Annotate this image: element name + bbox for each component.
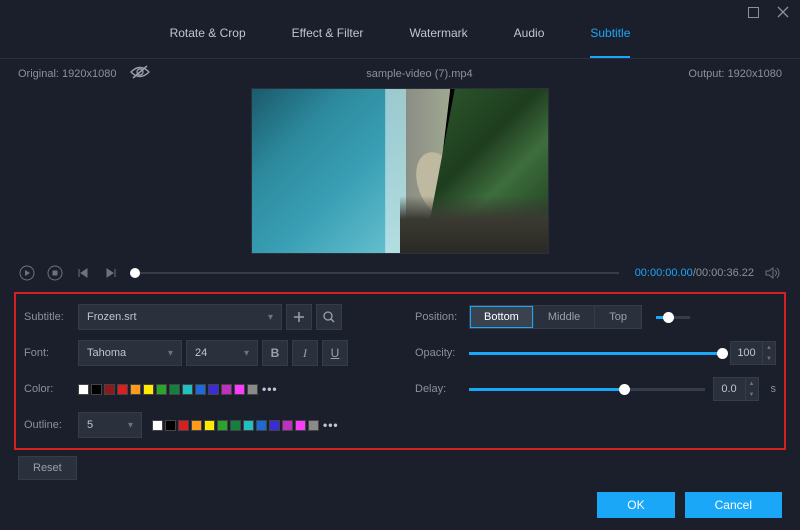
tab-bar: Rotate & Crop Effect & Filter Watermark … [0,26,800,59]
color-swatch[interactable] [221,384,232,395]
position-top[interactable]: Top [595,306,641,328]
color-swatch[interactable] [178,420,189,431]
font-label: Font: [24,347,78,359]
color-swatch[interactable] [308,420,319,431]
color-swatch[interactable] [104,384,115,395]
tab-watermark[interactable]: Watermark [409,26,467,48]
position-segmented: Bottom Middle Top [469,305,642,329]
outline-width-select[interactable]: 5 [78,412,142,438]
opacity-up[interactable]: ▲ [763,342,775,353]
color-swatch[interactable] [230,420,241,431]
prev-frame-button[interactable] [74,264,92,282]
timeline-slider[interactable] [130,272,619,274]
position-label: Position: [415,311,469,323]
more-colors-button[interactable]: ••• [262,382,278,396]
tab-audio[interactable]: Audio [514,26,545,48]
outline-swatches: ••• [152,418,339,432]
stop-button[interactable] [46,264,64,282]
titlebar [0,0,800,24]
color-swatch[interactable] [282,420,293,431]
next-frame-button[interactable] [102,264,120,282]
close-button[interactable] [776,5,790,19]
more-colors-button[interactable]: ••• [323,418,339,432]
search-subtitle-button[interactable] [316,304,342,330]
color-swatch[interactable] [204,420,215,431]
bold-button[interactable]: B [262,340,288,366]
position-middle[interactable]: Middle [534,306,595,328]
time-duration: 00:00:36.22 [696,267,754,279]
color-swatch[interactable] [208,384,219,395]
color-swatch[interactable] [247,384,258,395]
delay-down[interactable]: ▼ [746,389,758,400]
font-name-select[interactable]: Tahoma [78,340,182,366]
color-swatch[interactable] [156,384,167,395]
add-subtitle-button[interactable] [286,304,312,330]
opacity-spinbox[interactable]: 100▲▼ [730,341,776,365]
color-swatch[interactable] [78,384,89,395]
color-swatch[interactable] [117,384,128,395]
color-swatch[interactable] [243,420,254,431]
color-swatch[interactable] [234,384,245,395]
subtitle-settings-panel: Subtitle: Frozen.srt Font: Tahoma 24 B I… [14,292,786,450]
delay-slider[interactable] [469,388,705,391]
color-swatches: ••• [78,382,278,396]
playback-controls: 00:00:00.00/00:00:36.22 [0,258,800,288]
color-swatch[interactable] [217,420,228,431]
opacity-slider[interactable] [469,352,722,355]
video-preview [251,88,549,254]
subtitle-label: Subtitle: [24,311,78,323]
color-swatch[interactable] [295,420,306,431]
outline-label: Outline: [24,419,78,431]
cancel-button[interactable]: Cancel [685,492,782,518]
maximize-button[interactable] [746,5,760,19]
color-swatch[interactable] [191,420,202,431]
color-swatch[interactable] [130,384,141,395]
color-swatch[interactable] [182,384,193,395]
visibility-icon[interactable] [130,65,150,82]
tab-rotate-crop[interactable]: Rotate & Crop [170,26,246,48]
font-size-select[interactable]: 24 [186,340,258,366]
position-fine-slider[interactable] [656,316,690,319]
info-row: Original: 1920x1080 sample-video (7).mp4… [0,59,800,86]
ok-button[interactable]: OK [597,492,674,518]
color-swatch[interactable] [195,384,206,395]
subtitle-file-select[interactable]: Frozen.srt [78,304,282,330]
tab-effect-filter[interactable]: Effect & Filter [292,26,364,48]
color-swatch[interactable] [269,420,280,431]
opacity-label: Opacity: [415,347,469,359]
color-swatch[interactable] [143,384,154,395]
play-button[interactable] [18,264,36,282]
color-swatch[interactable] [152,420,163,431]
original-resolution-label: Original: 1920x1080 [18,68,116,80]
reset-button[interactable]: Reset [18,456,77,480]
underline-button[interactable]: U [322,340,348,366]
output-resolution-label: Output: 1920x1080 [688,68,782,80]
color-swatch[interactable] [169,384,180,395]
delay-unit: s [771,383,777,395]
volume-button[interactable] [764,264,782,282]
delay-up[interactable]: ▲ [746,378,758,389]
color-swatch[interactable] [165,420,176,431]
italic-button[interactable]: I [292,340,318,366]
color-swatch[interactable] [91,384,102,395]
time-display: 00:00:00.00/00:00:36.22 [635,267,754,279]
opacity-down[interactable]: ▼ [763,353,775,364]
color-swatch[interactable] [256,420,267,431]
footer: OK Cancel [0,480,800,530]
time-position: 00:00:00.00 [635,267,693,279]
position-bottom[interactable]: Bottom [470,306,534,328]
filename-label: sample-video (7).mp4 [366,68,472,80]
delay-spinbox[interactable]: 0.0▲▼ [713,377,759,401]
color-label: Color: [24,383,78,395]
delay-label: Delay: [415,383,469,395]
tab-subtitle[interactable]: Subtitle [590,26,630,58]
